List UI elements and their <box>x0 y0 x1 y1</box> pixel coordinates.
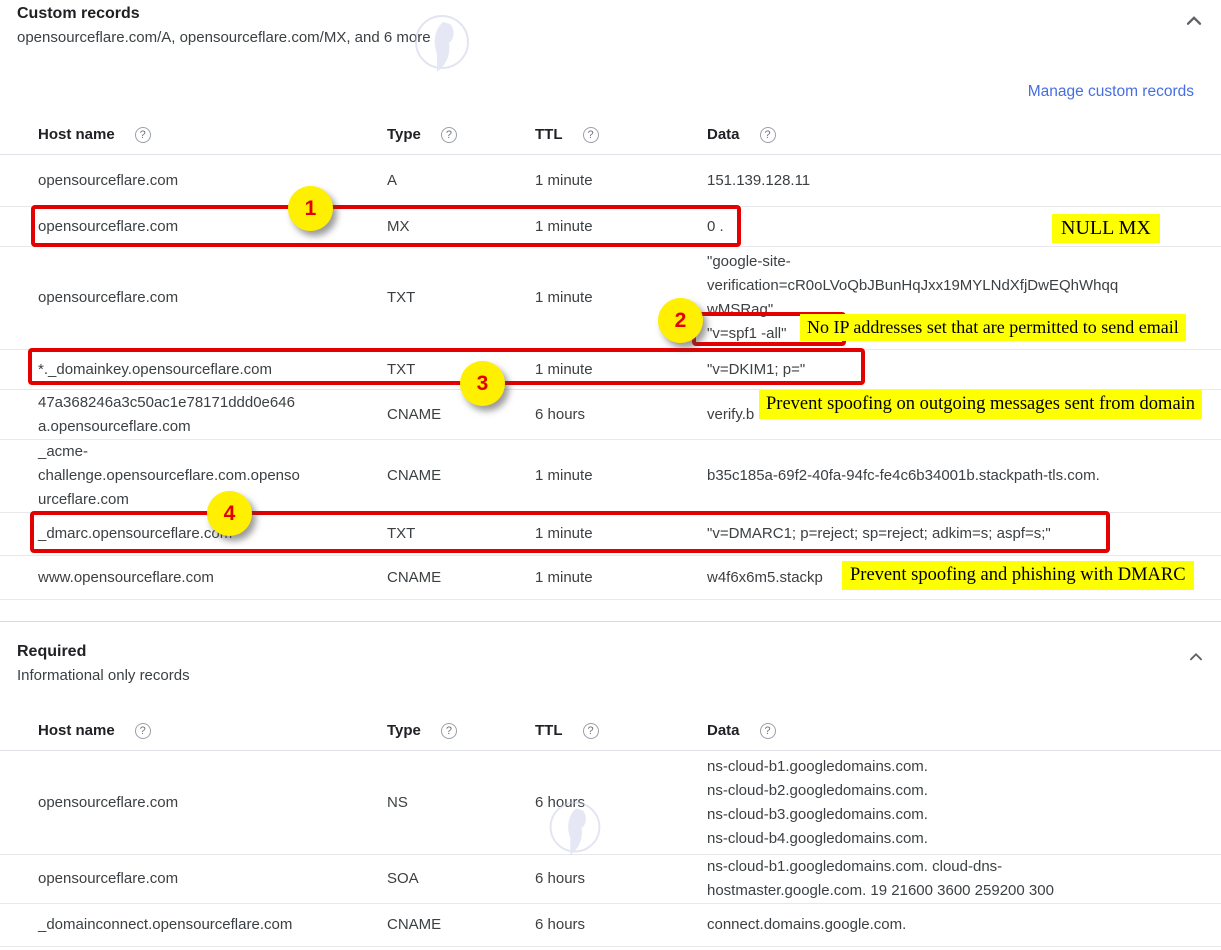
dns-record-row: _domainconnect.opensourceflare.com CNAME… <box>0 904 1221 947</box>
chevron-up-icon[interactable] <box>1185 646 1207 673</box>
dns-record-row: opensourceflare.com TXT 1 minute "google… <box>0 247 1221 350</box>
data-cell: "v=DMARC1; p=reject; sp=reject; adkim=s;… <box>707 522 1205 546</box>
data-cell: connect.domains.google.com. <box>707 913 1205 937</box>
chevron-up-icon[interactable] <box>1181 8 1207 39</box>
data-cell: 151.139.128.11 <box>707 169 1205 193</box>
manage-row: Manage custom records <box>0 82 1221 102</box>
column-header-cell: Host name ? <box>38 721 387 741</box>
help-icon[interactable]: ? <box>760 127 776 143</box>
help-icon[interactable]: ? <box>583 127 599 143</box>
type-cell: SOA <box>387 867 535 891</box>
help-icon[interactable]: ? <box>760 723 776 739</box>
custom-records-table-body: opensourceflare.com A 1 minute 151.139.1… <box>0 155 1221 600</box>
type-cell: CNAME <box>387 566 535 590</box>
custom-records-section: Custom records opensourceflare.com/A, op… <box>0 0 1221 600</box>
type-cell: TXT <box>387 286 535 310</box>
column-header-label: Host name <box>38 125 115 145</box>
type-cell: TXT <box>387 522 535 546</box>
column-header-cell: Type ? <box>387 125 535 145</box>
host-name-cell: opensourceflare.com <box>38 791 387 815</box>
column-header-label: TTL <box>535 721 563 741</box>
custom-records-table-header: Host name ? Type ? TTL ? Data ? <box>0 115 1221 155</box>
column-header-cell: TTL ? <box>535 125 707 145</box>
dns-record-row: www.opensourceflare.com CNAME 1 minute w… <box>0 556 1221 600</box>
ttl-cell: 1 minute <box>535 566 707 590</box>
help-icon[interactable]: ? <box>135 723 151 739</box>
type-cell: NS <box>387 791 535 815</box>
host-name-cell: _domainconnect.opensourceflare.com <box>38 913 387 937</box>
dns-record-row: opensourceflare.com MX 1 minute 0 . <box>0 207 1221 247</box>
help-icon[interactable]: ? <box>135 127 151 143</box>
type-cell: A <box>387 169 535 193</box>
host-name-cell: opensourceflare.com <box>38 215 387 239</box>
ttl-cell: 1 minute <box>535 169 707 193</box>
column-header-cell: Data ? <box>707 125 1205 145</box>
dns-record-row: _acme-challenge.opensourceflare.com.open… <box>0 440 1221 513</box>
host-name-cell: www.opensourceflare.com <box>38 566 387 590</box>
help-icon[interactable]: ? <box>583 723 599 739</box>
section-divider <box>0 621 1221 622</box>
ttl-cell: 6 hours <box>535 913 707 937</box>
host-name-cell: opensourceflare.com <box>38 867 387 891</box>
required-records-table-body: opensourceflare.com NS 6 hours ns-cloud-… <box>0 751 1221 947</box>
dns-records-page: Custom records opensourceflare.com/A, op… <box>0 0 1221 950</box>
required-records-table-header: Host name ? Type ? TTL ? Data ? <box>0 711 1221 751</box>
section-subtitle-custom-records: opensourceflare.com/A, opensourceflare.c… <box>17 27 1221 49</box>
data-cell: 0 . <box>707 215 1205 239</box>
watermark-logo <box>410 10 474 81</box>
column-header-cell: TTL ? <box>535 721 707 741</box>
data-cell: "google-site-verification=cR0oLVoQbJBunH… <box>707 250 1205 346</box>
host-name-cell: *._domainkey.opensourceflare.com <box>38 358 387 382</box>
column-header-label: Data <box>707 721 740 741</box>
data-cell: w4f6x6m5.stackp <box>707 566 1205 590</box>
ttl-cell: 6 hours <box>535 403 707 427</box>
dns-record-row: *._domainkey.opensourceflare.com TXT 1 m… <box>0 350 1221 390</box>
column-header-label: Host name <box>38 721 115 741</box>
dns-record-row: opensourceflare.com A 1 minute 151.139.1… <box>0 155 1221 207</box>
host-name-cell: opensourceflare.com <box>38 169 387 193</box>
dns-record-row: opensourceflare.com SOA 6 hours ns-cloud… <box>0 855 1221 904</box>
ttl-cell: 1 minute <box>535 464 707 488</box>
ttl-cell: 1 minute <box>535 358 707 382</box>
help-icon[interactable]: ? <box>441 723 457 739</box>
dns-record-row: opensourceflare.com NS 6 hours ns-cloud-… <box>0 751 1221 855</box>
ttl-cell: 6 hours <box>535 867 707 891</box>
data-cell: ns-cloud-b1.googledomains.com.ns-cloud-b… <box>707 755 1205 851</box>
data-cell: b35c185a-69f2-40fa-94fc-fe4c6b34001b.sta… <box>707 464 1205 488</box>
column-header-label: Type <box>387 721 421 741</box>
column-header-label: Type <box>387 125 421 145</box>
column-header-label: Data <box>707 125 740 145</box>
section-title-required: Required <box>17 641 1221 662</box>
data-cell: ns-cloud-b1.googledomains.com. cloud-dns… <box>707 855 1205 903</box>
type-cell: CNAME <box>387 913 535 937</box>
section-subtitle-required: Informational only records <box>17 665 1221 687</box>
ttl-cell: 1 minute <box>535 522 707 546</box>
host-name-cell: _dmarc.opensourceflare.com <box>38 522 387 546</box>
data-cell: verify.b <box>707 403 1205 427</box>
data-cell: "v=DKIM1; p=" <box>707 358 1205 382</box>
type-cell: CNAME <box>387 464 535 488</box>
help-icon[interactable]: ? <box>441 127 457 143</box>
dns-record-row: _dmarc.opensourceflare.com TXT 1 minute … <box>0 513 1221 556</box>
host-name-cell: 47a368246a3c50ac1e78171ddd0e646a.opensou… <box>38 391 387 439</box>
column-header-label: TTL <box>535 125 563 145</box>
ttl-cell: 1 minute <box>535 215 707 239</box>
dns-record-row: 47a368246a3c50ac1e78171ddd0e646a.opensou… <box>0 390 1221 440</box>
required-records-section: Required Informational only records Host… <box>0 641 1221 947</box>
section-title-custom-records: Custom records <box>17 0 1221 24</box>
ttl-cell: 1 minute <box>535 286 707 310</box>
column-header-cell: Host name ? <box>38 125 387 145</box>
manage-custom-records-link[interactable]: Manage custom records <box>1028 83 1194 100</box>
column-header-cell: Data ? <box>707 721 1205 741</box>
type-cell: TXT <box>387 358 535 382</box>
watermark-logo <box>545 797 605 864</box>
host-name-cell: opensourceflare.com <box>38 286 387 310</box>
column-header-cell: Type ? <box>387 721 535 741</box>
host-name-cell: _acme-challenge.opensourceflare.com.open… <box>38 440 387 512</box>
type-cell: MX <box>387 215 535 239</box>
type-cell: CNAME <box>387 403 535 427</box>
